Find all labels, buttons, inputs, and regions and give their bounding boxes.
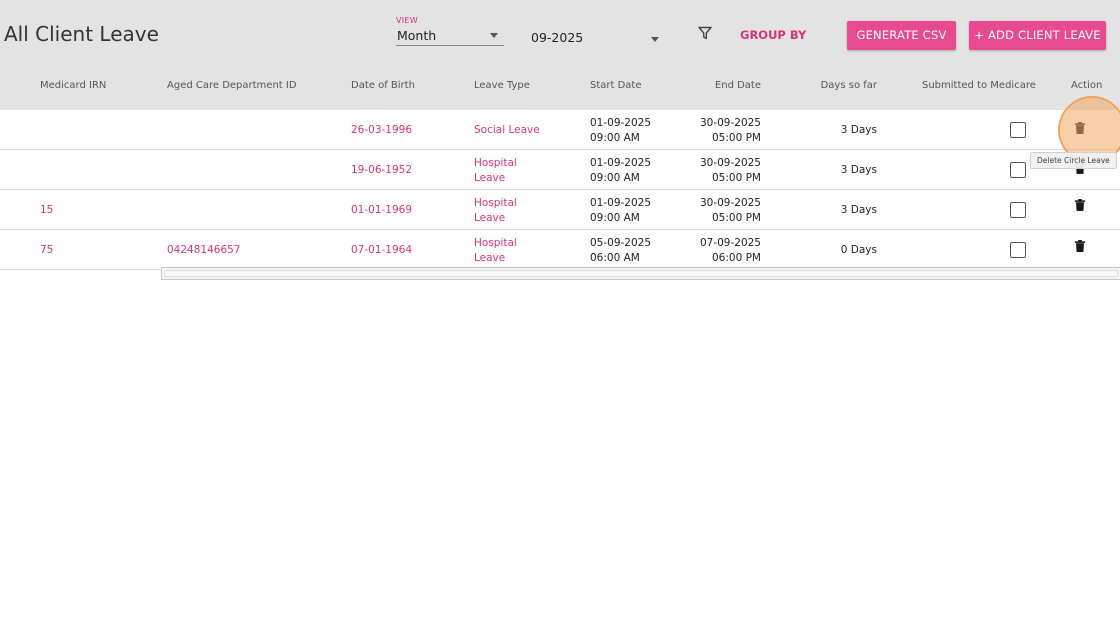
leave-type-line1: Social Leave — [474, 124, 540, 136]
caret-down-icon — [490, 33, 498, 38]
end-time: 05:00 PM — [712, 212, 761, 224]
end-date: 30-09-2025 — [699, 197, 761, 209]
leave-type-cell[interactable]: Social Leave — [474, 116, 540, 138]
leave-type-line1: Hospital — [474, 237, 517, 249]
submitted-to-medicare-checkbox[interactable] — [1010, 162, 1026, 178]
end-date: 07-09-2025 — [699, 237, 761, 249]
medicard-irn-cell[interactable]: 75 — [40, 244, 53, 256]
filter-icon[interactable] — [698, 26, 712, 40]
end-date-cell: 30-09-2025 05:00 PM — [700, 156, 761, 186]
end-date-cell: 30-09-2025 05:00 PM — [700, 196, 761, 226]
end-date-cell: 07-09-2025 06:00 PM — [700, 236, 761, 266]
end-date: 30-09-2025 — [699, 157, 761, 169]
table-row: 15 01-01-1969 Hospital Leave 01-09-2025 … — [0, 190, 1120, 230]
leave-type-line2: Leave — [474, 212, 506, 224]
submitted-to-medicare-checkbox[interactable] — [1010, 242, 1026, 258]
leave-type-line2: Leave — [474, 172, 506, 184]
start-date-cell: 01-09-2025 09:00 AM — [590, 116, 651, 146]
leave-type-cell[interactable]: Hospital Leave — [474, 156, 517, 186]
end-time: 05:00 PM — [712, 132, 761, 144]
days-so-far-cell: 0 Days — [840, 244, 877, 256]
days-so-far-cell: 3 Days — [840, 124, 877, 136]
start-time: 09:00 AM — [590, 132, 640, 144]
start-date: 01-09-2025 — [590, 117, 652, 129]
dob-cell[interactable]: 19-06-1952 — [351, 164, 412, 176]
start-date-cell: 01-09-2025 09:00 AM — [590, 156, 651, 186]
column-header-aged-care-id[interactable]: Aged Care Department ID — [167, 80, 297, 91]
start-time: 09:00 AM — [590, 172, 640, 184]
column-header-medicard-irn[interactable]: Medicard IRN — [40, 80, 106, 91]
column-header-days-so-far[interactable]: Days so far — [821, 80, 877, 91]
view-label: VIEW — [396, 16, 418, 25]
delete-tooltip: Delete Circle Leave — [1030, 152, 1117, 169]
dob-cell[interactable]: 07-01-1964 — [351, 244, 412, 256]
add-client-leave-button[interactable]: + ADD CLIENT LEAVE — [969, 21, 1106, 50]
medicard-irn-cell[interactable]: 15 — [40, 204, 53, 216]
table-row: 75 04248146657 07-01-1964 Hospital Leave… — [0, 230, 1120, 270]
caret-down-icon — [651, 37, 659, 42]
end-time: 06:00 PM — [712, 252, 761, 264]
table-row: 19-06-1952 Hospital Leave 01-09-2025 09:… — [0, 150, 1120, 190]
leave-type-line2: Leave — [474, 252, 506, 264]
submitted-to-medicare-checkbox[interactable] — [1010, 202, 1026, 218]
view-select-value: Month — [397, 28, 437, 43]
start-date: 05-09-2025 — [590, 237, 652, 249]
start-time: 09:00 AM — [590, 212, 640, 224]
start-date: 01-09-2025 — [590, 157, 652, 169]
table-row: 26-03-1996 Social Leave 01-09-2025 09:00… — [0, 110, 1120, 150]
start-date-cell: 05-09-2025 06:00 AM — [590, 236, 651, 266]
start-date: 01-09-2025 — [590, 197, 652, 209]
column-header-end-date[interactable]: End Date — [715, 80, 761, 91]
trash-icon[interactable] — [1075, 240, 1085, 252]
column-header-leave-type[interactable]: Leave Type — [474, 80, 530, 91]
month-select-value: 09-2025 — [531, 30, 584, 45]
month-select[interactable]: 09-2025 — [531, 28, 661, 46]
end-date-cell: 30-09-2025 05:00 PM — [700, 116, 761, 146]
column-header-action: Action — [1071, 80, 1103, 91]
group-by-button[interactable]: GROUP BY — [740, 28, 806, 42]
generate-csv-button[interactable]: GENERATE CSV — [847, 21, 956, 50]
leave-type-line1: Hospital — [474, 197, 517, 209]
page-header: All Client Leave VIEW Month 09-2025 GROU… — [0, 0, 1120, 110]
start-date-cell: 01-09-2025 09:00 AM — [590, 196, 651, 226]
start-time: 06:00 AM — [590, 252, 640, 264]
leave-type-cell[interactable]: Hospital Leave — [474, 196, 517, 226]
scrollbar-thumb[interactable] — [164, 270, 1118, 277]
column-header-submitted[interactable]: Submitted to Medicare — [922, 80, 1036, 91]
end-date: 30-09-2025 — [699, 117, 761, 129]
page-title: All Client Leave — [4, 22, 159, 46]
submitted-to-medicare-checkbox[interactable] — [1010, 122, 1026, 138]
leave-table-body: 26-03-1996 Social Leave 01-09-2025 09:00… — [0, 110, 1120, 270]
leave-type-cell[interactable]: Hospital Leave — [474, 236, 517, 266]
column-header-dob[interactable]: Date of Birth — [351, 80, 415, 91]
trash-icon[interactable] — [1075, 199, 1085, 211]
view-select[interactable]: Month — [396, 27, 504, 46]
aged-care-id-cell[interactable]: 04248146657 — [167, 244, 241, 256]
leave-type-line1: Hospital — [474, 157, 517, 169]
end-time: 05:00 PM — [712, 172, 761, 184]
days-so-far-cell: 3 Days — [840, 204, 877, 216]
dob-cell[interactable]: 01-01-1969 — [351, 204, 412, 216]
days-so-far-cell: 3 Days — [840, 164, 877, 176]
horizontal-scrollbar[interactable] — [161, 267, 1120, 280]
dob-cell[interactable]: 26-03-1996 — [351, 124, 412, 136]
column-header-start-date[interactable]: Start Date — [590, 80, 642, 91]
